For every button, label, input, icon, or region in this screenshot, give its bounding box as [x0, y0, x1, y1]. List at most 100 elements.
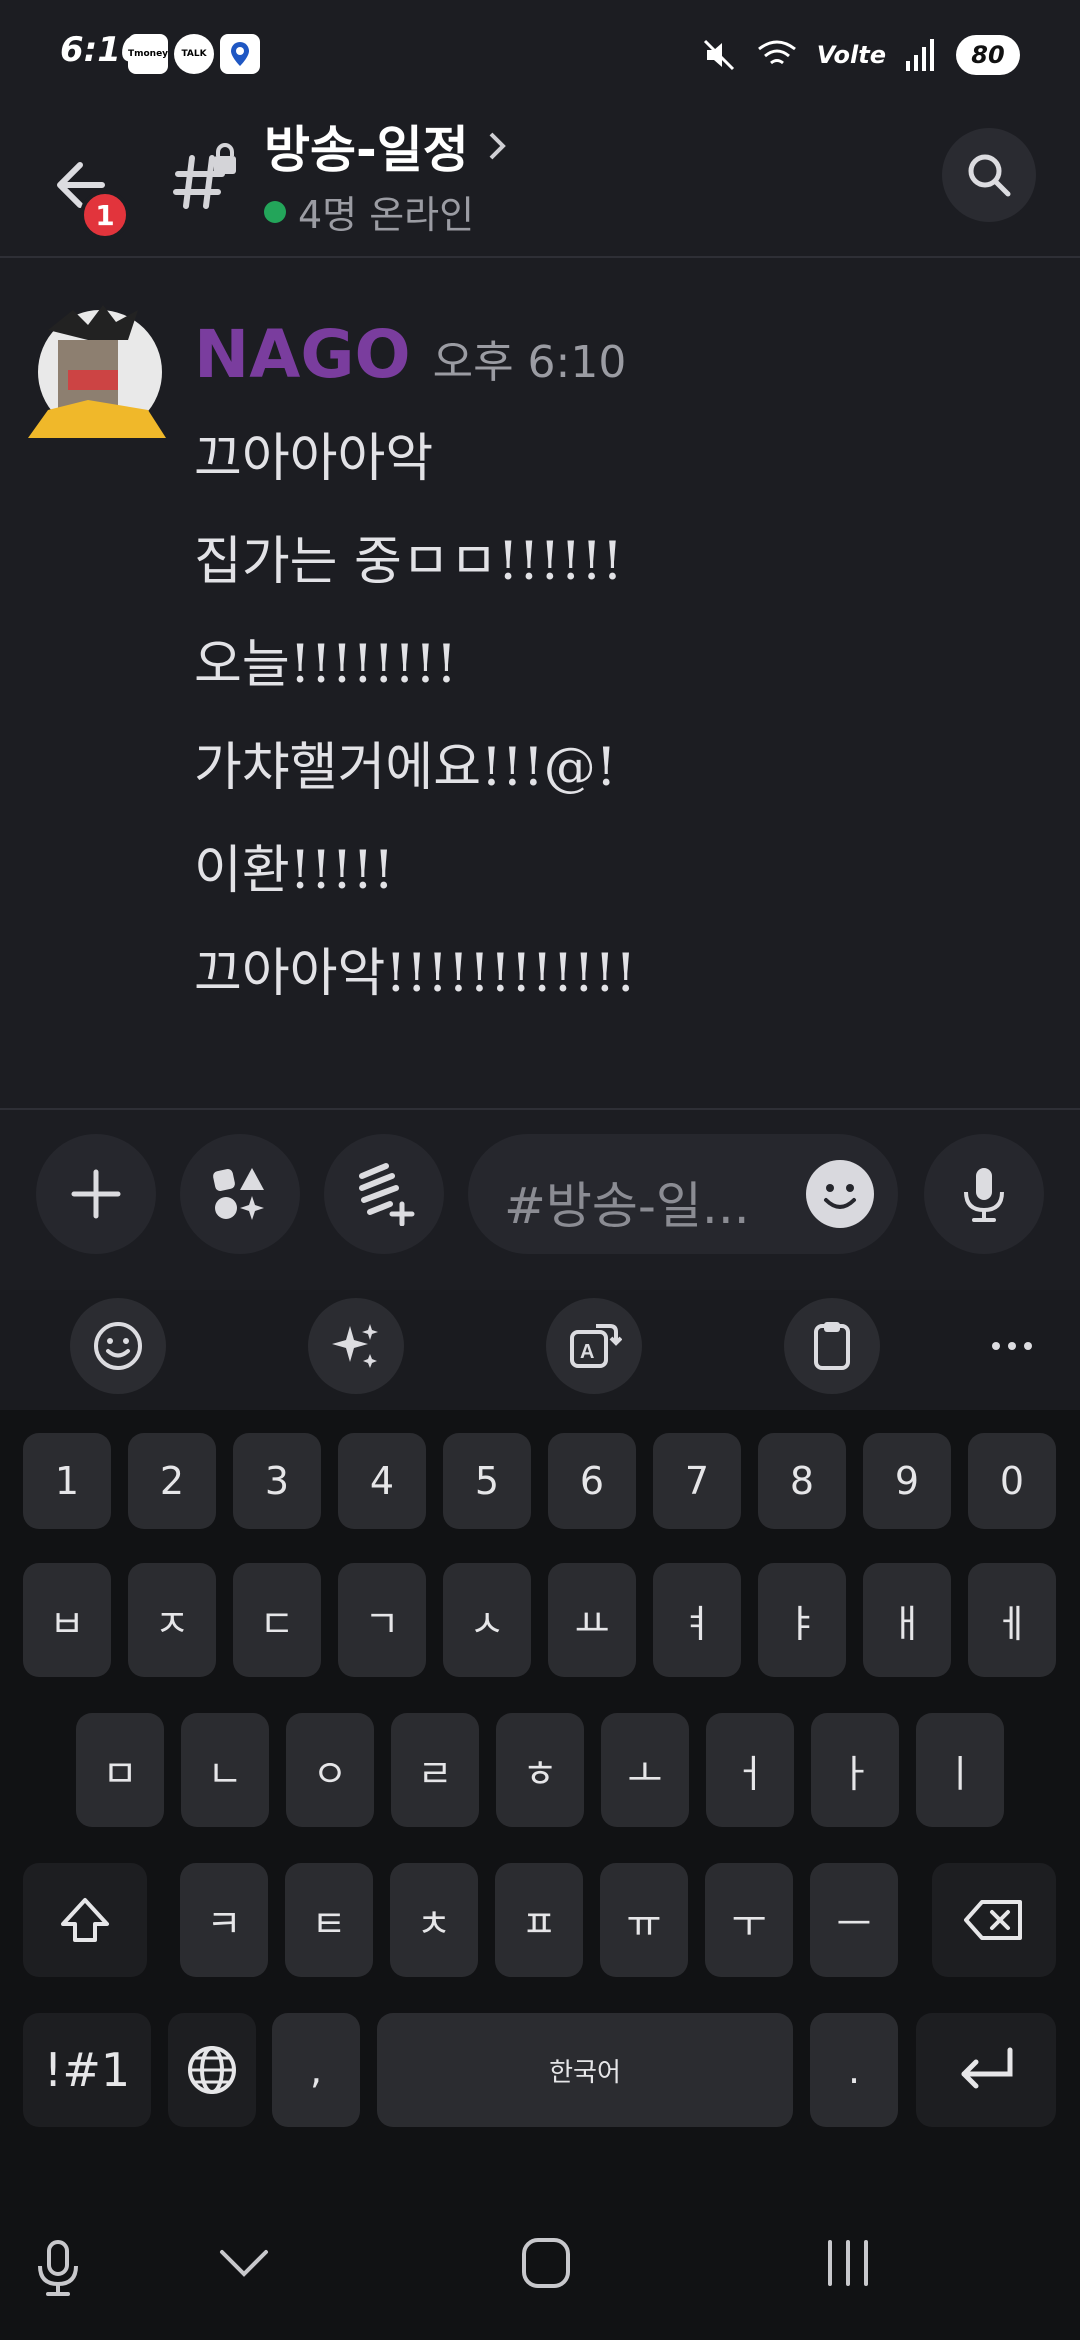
key-yeo[interactable]: ㅕ — [653, 1563, 741, 1677]
message-author[interactable]: NAGO — [194, 316, 411, 393]
period-key[interactable]: . — [810, 2013, 898, 2127]
backspace-icon — [964, 1900, 1022, 1940]
message-line: 끄아아아악 — [194, 429, 434, 489]
key-u[interactable]: ㅜ — [705, 1863, 793, 1977]
key-3[interactable]: 3 — [233, 1433, 321, 1529]
svg-text:A: A — [580, 1341, 594, 1363]
apps-icon — [213, 1168, 264, 1220]
smiley-icon — [94, 1322, 142, 1370]
microphone-icon — [964, 1168, 1004, 1222]
microphone-icon — [38, 2240, 78, 2296]
key-siot[interactable]: ㅅ — [443, 1563, 531, 1677]
message-input-placeholder: #방송-일... — [504, 1177, 750, 1235]
slash-commands-button[interactable] — [324, 1134, 444, 1254]
channel-name: 방송-일정 — [264, 121, 469, 179]
enter-icon — [961, 2047, 1013, 2089]
signal-icon — [906, 39, 934, 71]
key-yu[interactable]: ㅠ — [600, 1863, 688, 1977]
message-line: 끄아아악!!!!!!!!!!!! — [194, 944, 637, 1004]
wifi-icon — [757, 40, 796, 65]
keyboard: 1 2 3 4 5 6 7 8 9 0 ㅂ ㅈ ㄷ ㄱ ㅅ ㅛ ㅕ ㅑ ㅐ ㅔ … — [0, 1410, 1080, 2170]
key-2[interactable]: 2 — [128, 1433, 216, 1529]
locked-channel-icon — [170, 140, 250, 220]
key-pieup[interactable]: ㅍ — [495, 1863, 583, 1977]
key-e[interactable]: ㅔ — [968, 1563, 1056, 1677]
clipboard-button[interactable] — [784, 1298, 880, 1394]
key-0[interactable]: 0 — [968, 1433, 1056, 1529]
key-tieut[interactable]: ㅌ — [285, 1863, 373, 1977]
key-chieut[interactable]: ㅊ — [390, 1863, 478, 1977]
key-5[interactable]: 5 — [443, 1433, 531, 1529]
key-4[interactable]: 4 — [338, 1433, 426, 1529]
chevron-right-icon — [489, 132, 506, 160]
comma-key[interactable]: , — [272, 2013, 360, 2127]
language-key[interactable] — [168, 2013, 256, 2127]
online-count: 4명 온라인 — [298, 193, 475, 237]
key-7[interactable]: 7 — [653, 1433, 741, 1529]
battery-indicator: 80 — [956, 35, 1020, 75]
translate-icon: A — [570, 1324, 622, 1368]
key-mieum[interactable]: ㅁ — [76, 1713, 164, 1827]
voice-input-button[interactable] — [30, 2238, 86, 2302]
home-icon — [522, 2238, 570, 2288]
volte-label: Volte — [816, 41, 886, 69]
commands-icon — [359, 1163, 415, 1226]
key-o[interactable]: ㅗ — [601, 1713, 689, 1827]
emoji-picker-button[interactable] — [806, 1160, 874, 1228]
key-rieul[interactable]: ㄹ — [391, 1713, 479, 1827]
translate-button[interactable]: A — [546, 1298, 642, 1394]
key-bieup[interactable]: ㅂ — [23, 1563, 111, 1677]
key-kieuk[interactable]: ㅋ — [180, 1863, 268, 1977]
message-content: 끄아아아악 집가는 중ㅁㅁ!!!!!! 오늘!!!!!!!! 가챠핼거에요!!!… — [194, 408, 636, 1026]
space-key[interactable]: 한국어 — [377, 2013, 793, 2127]
channel-title[interactable]: 방송-일정 — [264, 110, 511, 182]
online-status: 4명 온라인 — [264, 184, 474, 239]
key-8[interactable]: 8 — [758, 1433, 846, 1529]
tmoney-app-icon: Tmoney — [128, 34, 168, 74]
key-nieun[interactable]: ㄴ — [181, 1713, 269, 1827]
plus-icon — [71, 1169, 121, 1219]
recent-apps-button[interactable] — [822, 2236, 874, 2294]
talk-app-icon: TALK — [174, 34, 214, 74]
search-button[interactable] — [942, 128, 1036, 222]
message-composer: #방송-일... — [0, 1134, 1080, 1258]
clipboard-icon — [814, 1322, 850, 1370]
key-a[interactable]: ㅏ — [811, 1713, 899, 1827]
key-digeut[interactable]: ㄷ — [233, 1563, 321, 1677]
add-attachment-button[interactable] — [36, 1134, 156, 1254]
key-ae[interactable]: ㅐ — [863, 1563, 951, 1677]
symbols-key[interactable]: !#1 — [23, 2013, 151, 2127]
shift-icon — [61, 1898, 109, 1942]
key-i[interactable]: ㅣ — [916, 1713, 1004, 1827]
message-group[interactable]: NAGO 오후 6:10 끄아아아악 집가는 중ㅁㅁ!!!!!! 오늘!!!!!… — [0, 258, 1080, 1108]
key-yo[interactable]: ㅛ — [548, 1563, 636, 1677]
key-jieut[interactable]: ㅈ — [128, 1563, 216, 1677]
backspace-key[interactable] — [932, 1863, 1056, 1977]
composer-divider — [0, 1108, 1080, 1110]
map-app-icon — [220, 34, 260, 74]
key-9[interactable]: 9 — [863, 1433, 951, 1529]
avatar[interactable] — [28, 300, 166, 438]
apps-button[interactable] — [180, 1134, 300, 1254]
voice-message-button[interactable] — [924, 1134, 1044, 1254]
message-input[interactable]: #방송-일... — [468, 1134, 898, 1254]
key-eo[interactable]: ㅓ — [706, 1713, 794, 1827]
more-options-button[interactable] — [990, 1336, 1034, 1360]
key-6[interactable]: 6 — [548, 1433, 636, 1529]
key-giyeok[interactable]: ㄱ — [338, 1563, 426, 1677]
key-hieut[interactable]: ㅎ — [496, 1713, 584, 1827]
key-ieung[interactable]: ㅇ — [286, 1713, 374, 1827]
message-line: 이환!!!!! — [194, 841, 395, 901]
smiley-icon — [824, 1184, 856, 1209]
ai-tools-button[interactable] — [308, 1298, 404, 1394]
shift-key[interactable] — [23, 1863, 147, 1977]
channel-header: 1 방송-일정 4명 온라인 — [0, 110, 1080, 258]
keyboard-emoji-button[interactable] — [70, 1298, 166, 1394]
sparkle-icon — [332, 1324, 378, 1368]
enter-key[interactable] — [916, 2013, 1056, 2127]
hide-keyboard-button[interactable] — [216, 2242, 272, 2286]
home-button[interactable] — [520, 2236, 572, 2294]
key-1[interactable]: 1 — [23, 1433, 111, 1529]
key-ya[interactable]: ㅑ — [758, 1563, 846, 1677]
key-eu[interactable]: ㅡ — [810, 1863, 898, 1977]
